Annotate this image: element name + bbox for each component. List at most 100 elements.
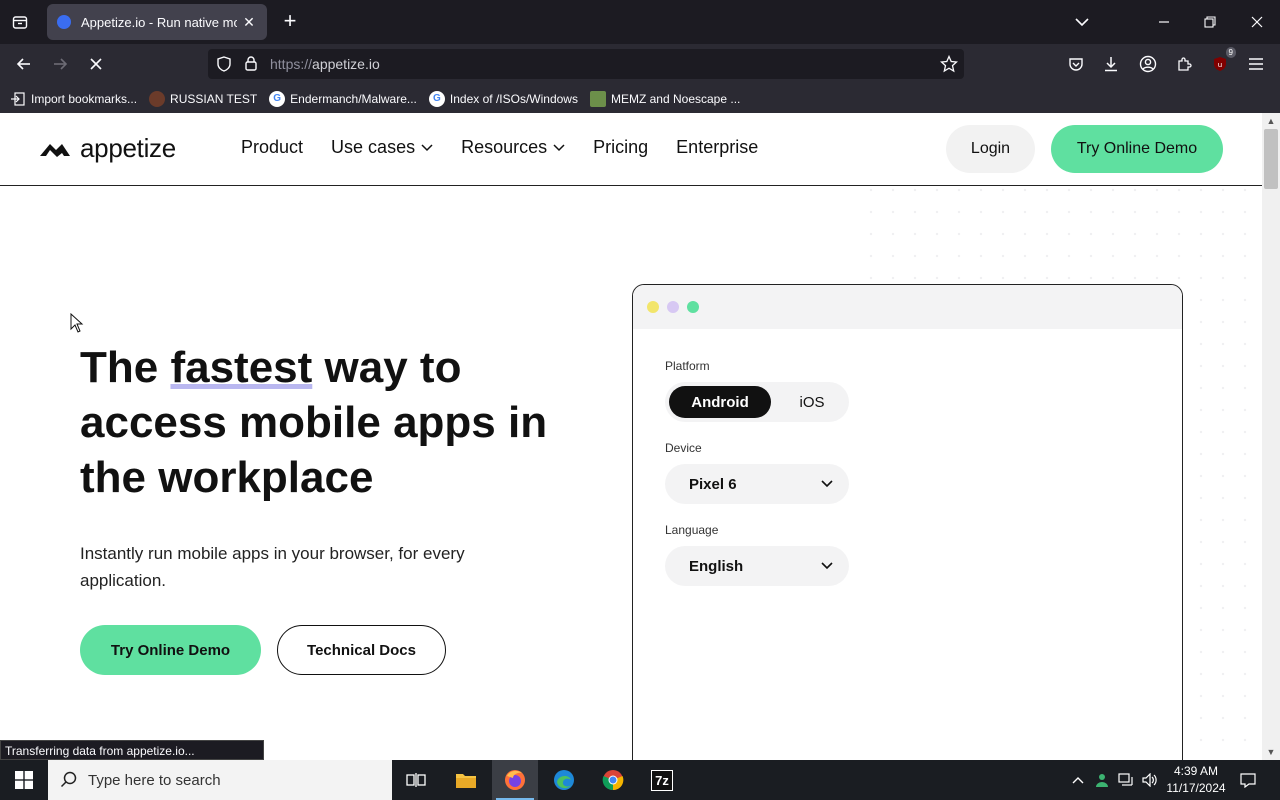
bookmark-endermanch[interactable]: G Endermanch/Malware... bbox=[269, 90, 417, 107]
active-tab[interactable]: Appetize.io - Run native mobile apps in … bbox=[47, 4, 267, 40]
try-online-demo-button[interactable]: Try Online Demo bbox=[80, 625, 261, 675]
chevron-down-icon bbox=[821, 562, 833, 570]
forward-icon[interactable] bbox=[48, 52, 72, 76]
close-window-icon[interactable] bbox=[1243, 8, 1271, 36]
bookmark-label: Endermanch/Malware... bbox=[290, 91, 417, 106]
bookmark-label: Index of /ISOs/Windows bbox=[449, 91, 578, 106]
stop-loading-icon[interactable] bbox=[84, 52, 108, 76]
scroll-down-icon[interactable]: ▼ bbox=[1265, 746, 1277, 758]
downloads-icon[interactable] bbox=[1099, 52, 1123, 76]
chevron-down-icon bbox=[821, 480, 833, 488]
traffic-light-purple-icon bbox=[667, 301, 679, 313]
nav-pricing[interactable]: Pricing bbox=[593, 137, 648, 158]
taskbar-search-input[interactable]: Type here to search bbox=[48, 760, 392, 800]
url-host: appetize.io bbox=[312, 56, 380, 72]
volume-icon[interactable] bbox=[1140, 770, 1160, 790]
people-tray-icon[interactable] bbox=[1092, 770, 1112, 790]
nav-enterprise[interactable]: Enterprise bbox=[676, 137, 758, 158]
platform-ios-option[interactable]: iOS bbox=[787, 386, 837, 418]
bookmark-memz[interactable]: MEMZ and Noescape ... bbox=[589, 90, 740, 107]
search-placeholder: Type here to search bbox=[88, 771, 221, 789]
language-value: English bbox=[689, 557, 744, 575]
nav-label: Pricing bbox=[593, 137, 649, 157]
tab-close-icon[interactable]: ✕ bbox=[241, 14, 257, 31]
google-icon: G bbox=[428, 90, 445, 107]
windows-taskbar: Type here to search 7z 4:39 AM 11/17/202… bbox=[0, 760, 1280, 800]
nav-resources[interactable]: Resources bbox=[461, 137, 565, 158]
appetize-favicon-icon bbox=[57, 15, 71, 29]
minimize-icon[interactable] bbox=[1150, 8, 1178, 36]
nav-use-cases[interactable]: Use cases bbox=[331, 137, 433, 158]
mouse-cursor-icon bbox=[70, 313, 84, 333]
scroll-up-icon[interactable]: ▲ bbox=[1265, 115, 1277, 127]
tab-title: Appetize.io - Run native mobile apps in … bbox=[81, 14, 237, 30]
new-tab-button[interactable]: + bbox=[278, 10, 302, 34]
traffic-light-yellow-icon bbox=[647, 301, 659, 313]
browser-toolbar: https://appetize.io u 9 bbox=[0, 44, 1280, 84]
scrollbar-thumb[interactable] bbox=[1264, 129, 1278, 189]
technical-docs-button[interactable]: Technical Docs bbox=[277, 625, 446, 675]
search-icon bbox=[60, 771, 77, 788]
traffic-light-green-icon bbox=[687, 301, 699, 313]
logo-text: appetize bbox=[80, 133, 176, 163]
network-icon[interactable] bbox=[1116, 770, 1136, 790]
account-icon[interactable] bbox=[1136, 52, 1160, 76]
tracking-protection-shield-icon[interactable] bbox=[216, 56, 232, 77]
chevron-down-icon bbox=[553, 143, 565, 151]
clock-date: 11/17/2024 bbox=[1166, 781, 1226, 795]
edge-icon[interactable] bbox=[541, 760, 587, 800]
status-bar: Transferring data from appetize.io... bbox=[0, 740, 264, 760]
try-online-demo-header-button[interactable]: Try Online Demo bbox=[1051, 125, 1223, 173]
url-protocol: https:// bbox=[270, 56, 313, 72]
nav-label: Resources bbox=[461, 137, 548, 157]
7zip-icon[interactable]: 7z bbox=[639, 760, 685, 800]
svg-text:u: u bbox=[1218, 61, 1222, 69]
taskbar-clock[interactable]: 4:39 AM 11/17/2024 bbox=[1160, 763, 1232, 797]
back-icon[interactable] bbox=[12, 52, 36, 76]
image-icon bbox=[589, 90, 606, 107]
task-view-icon[interactable] bbox=[393, 760, 439, 800]
address-bar[interactable]: https://appetize.io bbox=[208, 49, 964, 79]
bookmark-russian-test[interactable]: RUSSIAN TEST bbox=[149, 90, 258, 107]
nav-label: Use cases bbox=[331, 137, 416, 157]
nav-label: Enterprise bbox=[676, 137, 759, 157]
hamburger-menu-icon[interactable] bbox=[1244, 52, 1268, 76]
firefox-icon[interactable] bbox=[492, 760, 538, 800]
login-button[interactable]: Login bbox=[946, 125, 1035, 173]
tab-list-icon[interactable] bbox=[8, 10, 32, 34]
demo-window: Platform Android iOS Device Pixel 6 Lang… bbox=[632, 284, 1183, 760]
bookmark-import[interactable]: Import bookmarks... bbox=[10, 91, 137, 107]
language-select[interactable]: English bbox=[665, 546, 849, 586]
bookmarks-toolbar: Import bookmarks... RUSSIAN TEST G Ender… bbox=[0, 84, 1280, 113]
hero-title-highlight: fastest bbox=[170, 343, 313, 392]
url-text[interactable]: https://appetize.io bbox=[270, 56, 380, 72]
bookmark-star-icon[interactable] bbox=[939, 54, 959, 78]
windows-start-icon[interactable] bbox=[0, 760, 48, 800]
ublock-origin-icon[interactable]: u 9 bbox=[1208, 47, 1236, 76]
list-all-tabs-icon[interactable] bbox=[1070, 10, 1094, 34]
appetize-logo[interactable]: appetize bbox=[40, 133, 176, 164]
platform-android-option[interactable]: Android bbox=[669, 386, 771, 418]
extensions-icon[interactable] bbox=[1172, 52, 1196, 76]
notifications-icon[interactable] bbox=[1238, 770, 1258, 790]
device-select[interactable]: Pixel 6 bbox=[665, 464, 849, 504]
platform-toggle: Android iOS bbox=[665, 382, 849, 422]
appetize-logo-icon bbox=[40, 143, 70, 157]
import-icon bbox=[10, 91, 26, 107]
page-scrollbar[interactable]: ▲ ▼ bbox=[1262, 113, 1280, 760]
7zip-label: 7z bbox=[651, 769, 673, 791]
file-explorer-icon[interactable] bbox=[443, 760, 489, 800]
lock-icon[interactable] bbox=[244, 55, 258, 76]
platform-label: Platform bbox=[665, 359, 710, 373]
chrome-icon[interactable] bbox=[590, 760, 636, 800]
nav-product[interactable]: Product bbox=[241, 137, 303, 158]
device-label: Device bbox=[665, 441, 702, 455]
main-nav: Product Use cases Resources Pricing Ente… bbox=[241, 137, 758, 158]
bookmark-label: RUSSIAN TEST bbox=[170, 91, 258, 106]
pocket-icon[interactable] bbox=[1064, 52, 1088, 76]
hero-title: The fastest way to access mobile apps in… bbox=[80, 340, 560, 505]
device-value: Pixel 6 bbox=[689, 475, 737, 493]
restore-icon[interactable] bbox=[1196, 8, 1224, 36]
bookmark-isos[interactable]: G Index of /ISOs/Windows bbox=[428, 90, 578, 107]
show-hidden-icons-icon[interactable] bbox=[1068, 770, 1088, 790]
